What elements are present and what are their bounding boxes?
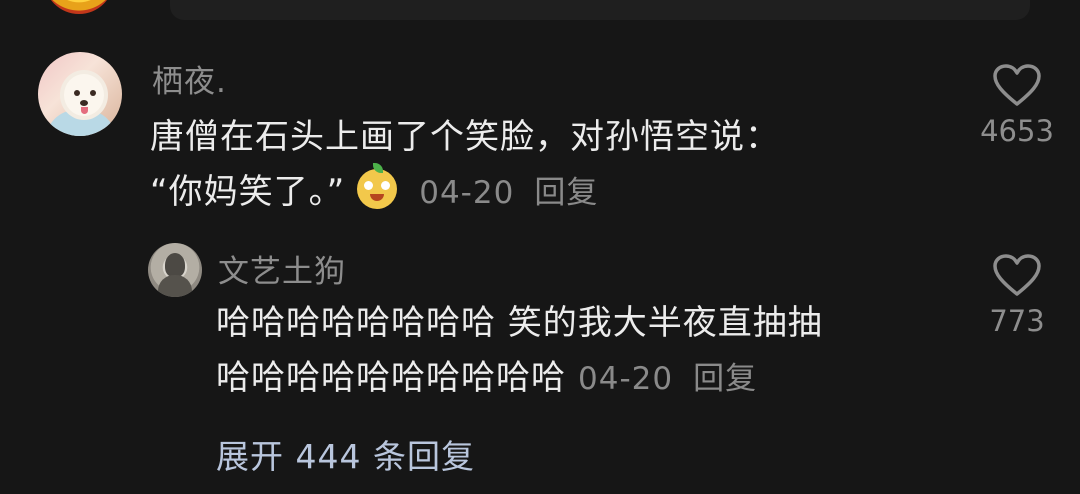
comment-reply-button[interactable]: 回复 — [534, 175, 598, 211]
commenter-username[interactable]: 栖夜. — [152, 56, 227, 101]
comment-text-line1: 唐僧在石头上画了个笑脸，对孙悟空说： — [150, 117, 780, 157]
reply-text-line1: 哈哈哈哈哈哈哈哈 笑的我大半夜直抽抽 — [216, 303, 823, 343]
comment-section: 栖夜. 唐僧在石头上画了个笑脸，对孙悟空说： “你妈笑了。” 04-20 回复 46… — [0, 0, 1080, 494]
reply-body: 哈哈哈哈哈哈哈哈 笑的我大半夜直抽抽 哈哈哈哈哈哈哈哈哈哈 04-20 回复 — [216, 296, 936, 407]
comment-date: 04-20 — [419, 175, 515, 211]
reply-reply-button[interactable]: 回复 — [693, 361, 757, 397]
heart-outline-icon[interactable] — [992, 64, 1042, 108]
reply-like-count: 773 — [989, 304, 1045, 338]
comment-text-line2-content: “你妈笑了。” — [150, 172, 346, 212]
reply-like-button[interactable]: 773 — [962, 254, 1072, 338]
comment-body: 唐僧在石头上画了个笑脸，对孙悟空说： “你妈笑了。” 04-20 回复 — [150, 110, 940, 221]
smiling-fruit-emoji-icon — [357, 163, 398, 209]
heart-outline-icon[interactable] — [992, 254, 1042, 298]
reply-text-line2: 哈哈哈哈哈哈哈哈哈哈 04-20 回复 — [216, 351, 936, 407]
reply-text-line2-content: 哈哈哈哈哈哈哈哈哈哈 — [216, 358, 566, 398]
comment-like-button[interactable]: 4653 — [962, 64, 1072, 148]
replier-avatar[interactable] — [148, 243, 202, 297]
reply-date: 04-20 — [578, 361, 674, 397]
expand-replies-link[interactable]: 展开 444 条回复 — [216, 430, 475, 478]
comment-like-count: 4653 — [980, 114, 1054, 148]
previous-avatar[interactable] — [44, 0, 114, 14]
previous-comment-box — [170, 0, 1030, 20]
commenter-avatar[interactable] — [38, 52, 122, 136]
comment-text-line2: “你妈笑了。” 04-20 回复 — [150, 163, 940, 221]
replier-username[interactable]: 文艺土狗 — [218, 246, 346, 291]
